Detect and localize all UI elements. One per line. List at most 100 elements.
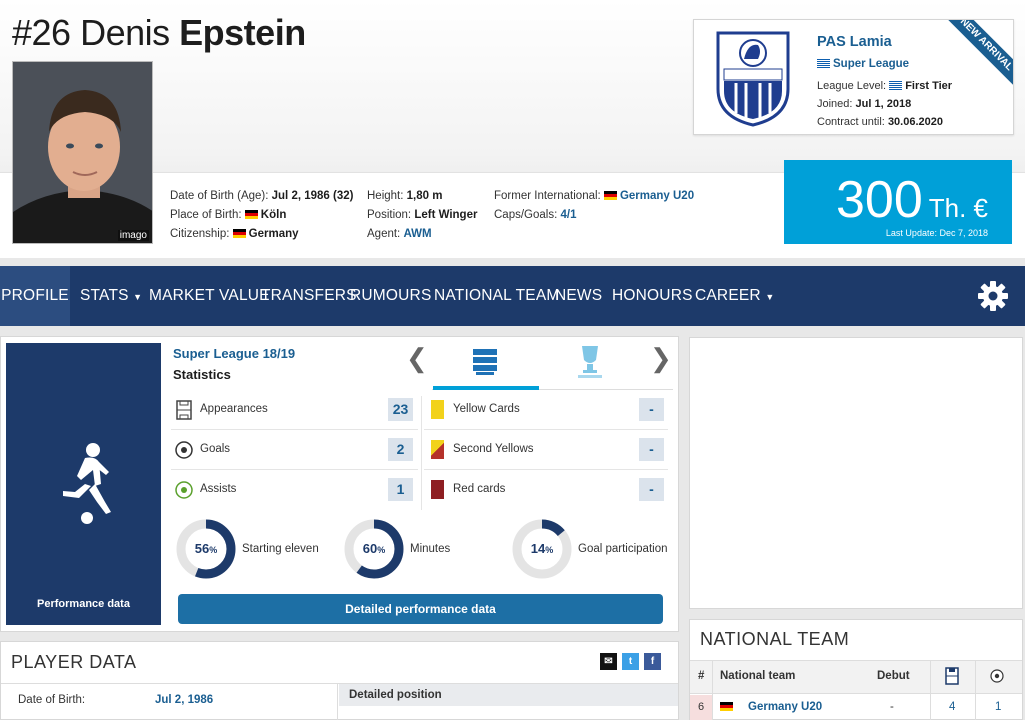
stat-row-yellow-cards[interactable]: Yellow Cards - xyxy=(424,390,668,430)
stats-subtitle: Statistics xyxy=(173,367,231,382)
market-value-box[interactable]: 300 Th. € Last Update: Dec 7, 2018 xyxy=(784,160,1012,244)
performance-panel[interactable] xyxy=(6,343,161,625)
player-data-title: PLAYER DATA xyxy=(11,652,137,672)
email-share-icon[interactable]: ✉ xyxy=(600,653,617,670)
stat-label: Second Yellows xyxy=(453,443,534,455)
club-league-link[interactable]: Super League xyxy=(817,58,909,70)
pitch-icon xyxy=(176,400,192,420)
pd-dob-value[interactable]: Jul 2, 1986 xyxy=(155,694,213,706)
detailed-performance-button[interactable]: Detailed performance data xyxy=(178,594,663,624)
facebook-share-icon[interactable]: f xyxy=(644,653,661,670)
caps-row: Caps/Goals: 4/1 xyxy=(494,209,577,221)
last-name: Epstein xyxy=(179,12,306,53)
greece-flag-icon xyxy=(817,59,830,68)
detailed-position-header: Detailed position xyxy=(339,684,678,706)
stat-value[interactable]: 1 xyxy=(388,478,413,501)
donut-percent: 60% xyxy=(362,541,386,556)
stat-value[interactable]: 23 xyxy=(388,398,413,421)
stat-label: Assists xyxy=(200,483,237,495)
club-name-link[interactable]: PAS Lamia xyxy=(817,34,892,50)
tab-national-team[interactable]: NATIONAL TEAM xyxy=(434,266,559,326)
stat-label: Yellow Cards xyxy=(453,403,520,415)
tab-transfers[interactable]: TRANSFERS xyxy=(261,266,357,326)
nt-row-number: 6 xyxy=(690,695,712,720)
yellow-card-icon xyxy=(431,400,444,419)
pob-row: Place of Birth: Köln xyxy=(170,209,287,221)
tab-stats[interactable]: STATS ▼ xyxy=(80,266,142,326)
league-level-row: League Level: First Tier xyxy=(817,80,953,92)
cup-logo-icon[interactable] xyxy=(576,342,604,380)
stat-value[interactable]: - xyxy=(639,438,664,461)
pd-dob-label: Date of Birth: xyxy=(18,694,86,706)
club-crest-icon[interactable] xyxy=(714,29,792,127)
nt-goals[interactable]: 1 xyxy=(995,701,1001,713)
stat-label: Red cards xyxy=(453,483,506,495)
next-chevron-icon[interactable]: ❯ xyxy=(650,343,672,374)
germany-flag-icon xyxy=(603,191,617,200)
stat-row-second-yellows[interactable]: Second Yellows - xyxy=(424,430,668,470)
nt-header-team: National team xyxy=(720,670,796,682)
former-int-row: Former International: Germany U20 xyxy=(494,190,695,202)
former-int-link[interactable]: Germany U20 xyxy=(620,190,694,202)
stat-row-appearances[interactable]: Appearances 23 xyxy=(171,390,418,430)
stat-row-goals[interactable]: Goals 2 xyxy=(171,430,418,470)
stats-divider xyxy=(421,396,422,510)
stat-row-red-cards[interactable]: Red cards - xyxy=(424,470,668,510)
twitter-share-icon[interactable]: t xyxy=(622,653,639,670)
stat-label: Goals xyxy=(200,443,231,455)
donut-starting-eleven[interactable]: 56% Starting eleven xyxy=(175,518,345,580)
donut-label: Minutes xyxy=(410,543,451,555)
super-league-logo-icon[interactable] xyxy=(470,345,500,377)
prev-chevron-icon[interactable]: ❮ xyxy=(406,343,428,374)
assist-ball-icon xyxy=(175,481,193,499)
nt-caps[interactable]: 4 xyxy=(949,701,955,713)
first-name: Denis xyxy=(80,12,170,53)
stat-value[interactable]: 2 xyxy=(388,438,413,461)
nt-team-link[interactable]: Germany U20 xyxy=(748,701,822,713)
shirt-number: #26 xyxy=(12,12,71,53)
height-row: Height: 1,80 m xyxy=(367,190,443,202)
caps-link[interactable]: 4/1 xyxy=(560,209,576,221)
donut-percent: 56% xyxy=(194,541,218,556)
player-photo[interactable]: imago xyxy=(12,61,153,244)
tab-rumours[interactable]: RUMOURS xyxy=(350,266,431,326)
citizenship-row: Citizenship: Germany xyxy=(170,228,299,240)
nt-col-divider xyxy=(930,660,931,720)
stat-value[interactable]: - xyxy=(639,478,664,501)
nt-debut: - xyxy=(890,701,894,713)
tab-profile[interactable]: PROFILE xyxy=(0,266,70,326)
ad-placeholder xyxy=(689,337,1023,609)
stats-league-link[interactable]: Super League 18/19 xyxy=(173,346,295,361)
donut-label: Starting eleven xyxy=(242,543,319,555)
donut-goal-participation[interactable]: 14% Goal participation xyxy=(511,518,681,580)
caret-down-icon: ▼ xyxy=(133,292,143,302)
germany-flag-icon xyxy=(244,210,258,219)
info-column-3: Former International: Germany U20 Caps/G… xyxy=(494,187,694,225)
market-value-update: Last Update: Dec 7, 2018 xyxy=(885,228,988,238)
contract-row: Contract until: 30.06.2020 xyxy=(817,116,943,128)
tab-career[interactable]: CAREER ▼ xyxy=(695,266,774,326)
player-portrait-icon xyxy=(13,62,152,243)
gear-icon[interactable] xyxy=(977,280,1009,312)
player-data-divider xyxy=(337,684,338,720)
greece-flag-icon xyxy=(889,81,903,90)
stat-label: Appearances xyxy=(200,403,268,415)
footballer-kicking-icon xyxy=(63,443,111,524)
tab-market-value[interactable]: MARKET VALUE xyxy=(149,266,270,326)
agent-row: Agent: AWM xyxy=(367,228,432,240)
pitch-icon xyxy=(945,667,959,685)
germany-flag-icon xyxy=(232,229,246,238)
stat-row-assists[interactable]: Assists 1 xyxy=(171,470,418,510)
agent-link[interactable]: AWM xyxy=(403,228,431,240)
stat-value[interactable]: - xyxy=(639,398,664,421)
ball-icon xyxy=(175,441,193,459)
second-yellow-icon xyxy=(431,440,444,459)
red-card-icon xyxy=(431,480,444,499)
info-column-1: Date of Birth (Age): Jul 2, 1986 (32) Pl… xyxy=(170,187,353,244)
tab-news[interactable]: NEWS xyxy=(555,266,602,326)
national-team-title: NATIONAL TEAM xyxy=(700,629,850,649)
photo-credit: imago xyxy=(117,230,149,241)
tab-honours[interactable]: HONOURS xyxy=(612,266,693,326)
position-row: Position: Left Winger xyxy=(367,209,478,221)
donut-minutes[interactable]: 60% Minutes xyxy=(343,518,513,580)
